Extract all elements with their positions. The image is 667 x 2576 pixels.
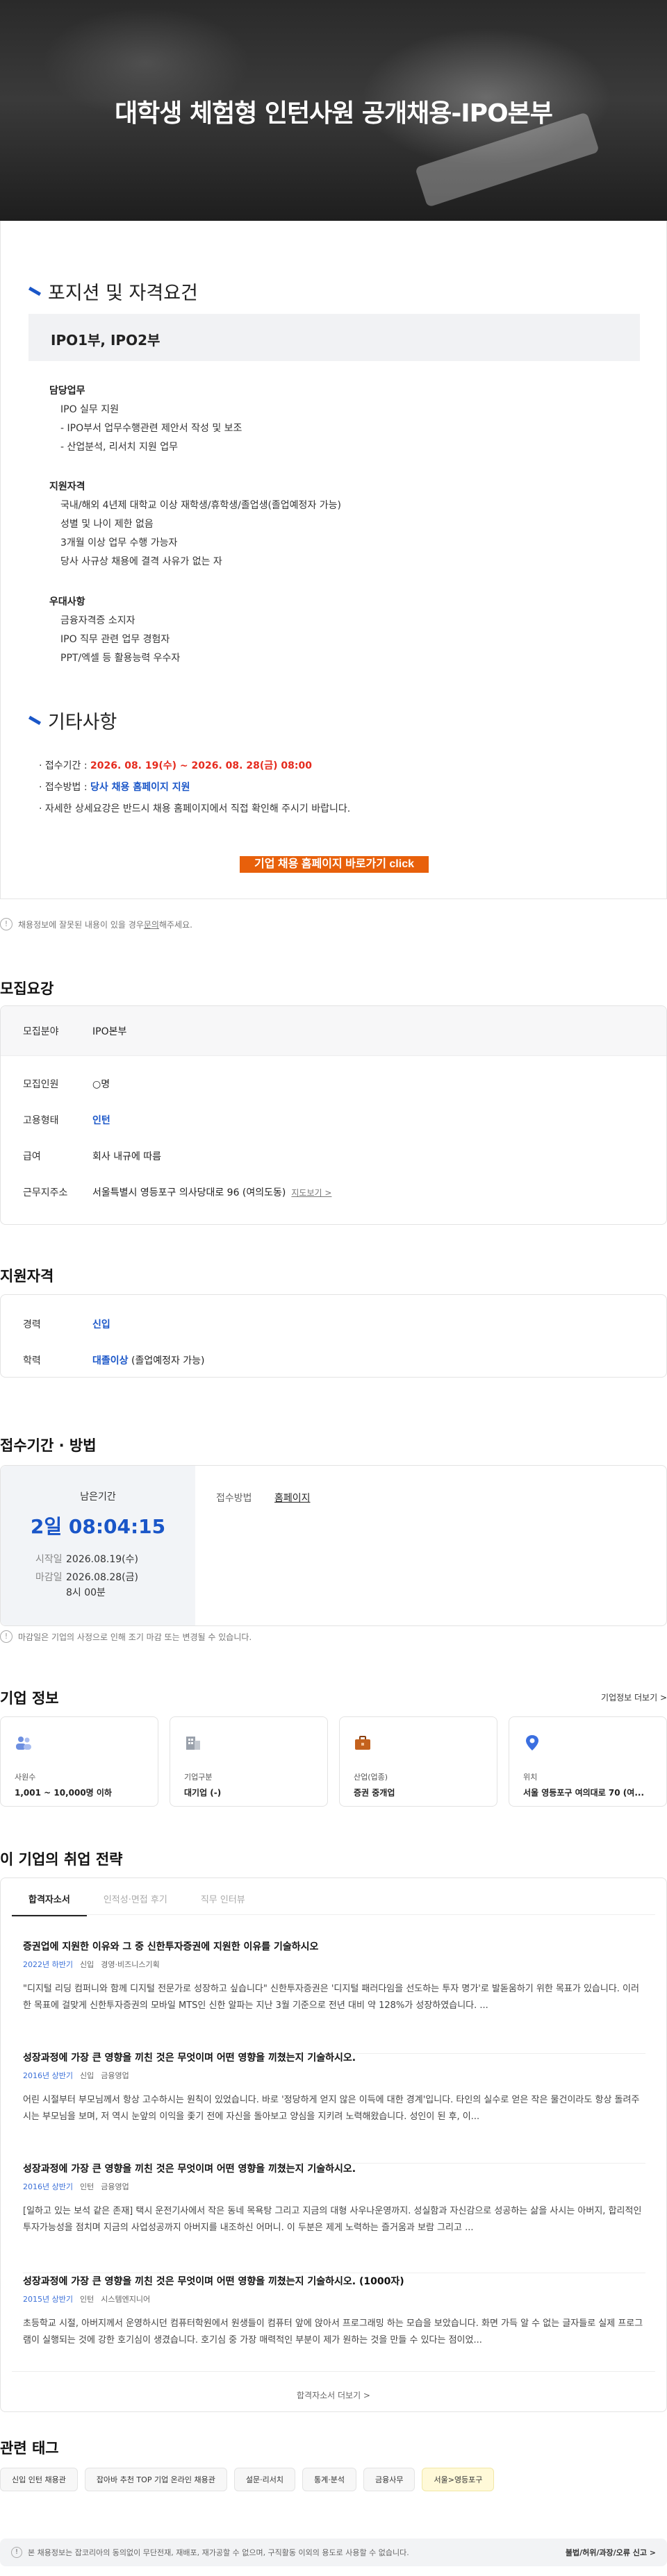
tab-interview-review[interactable]: 인적성·면접 후기 [87, 1892, 184, 1916]
report-note: ! 채용정보에 잘못된 내용이 있을 경우 문의 해주세요. [0, 918, 192, 930]
recruit-title: 모집요강 [0, 980, 54, 997]
title-accent-icon [28, 286, 42, 296]
tag-list: 신입 인턴 채용관 잡아바 추천 TOP 기업 온라인 채용관 설문·리서치 통… [0, 2468, 495, 2491]
list-item: PPT/엑셀 등 활용능력 우수자 [60, 653, 181, 664]
inquiry-link[interactable]: 문의 [144, 919, 159, 930]
briefcase-icon [355, 1736, 370, 1750]
remain-label: 남은기간 [80, 1491, 116, 1503]
homepage-link[interactable]: 홈페이지 [274, 1491, 311, 1505]
career-row: 경력 신입 [23, 1319, 110, 1330]
list-item: - IPO부서 업무수행관련 제안서 작성 및 보조 [60, 423, 242, 434]
strategy-tabs: 합격자소서 인적성·면접 후기 직무 인터뷰 [12, 1892, 262, 1916]
etc-method: · 접수방법 : 당사 채용 홈페이지 지원 [39, 782, 190, 793]
company-more-link[interactable]: 기업정보 더보기 > [601, 1691, 667, 1703]
list-item[interactable]: 증권업에 지원한 이유와 그 중 신한투자증권에 지원한 이유를 기술하시오 2… [23, 1939, 645, 2014]
recruit-card: 모집분야 IPO본부 모집인원 ○명 고용형태 인턴 급여 회사 내규에 따름 근무지주… [0, 1005, 667, 1225]
tag-item[interactable]: 잡아바 추천 TOP 기업 온라인 채용관 [84, 2468, 227, 2491]
list-item: 금융자격증 소지자 [60, 615, 135, 626]
tag-item[interactable]: 서울>영등포구 [422, 2468, 495, 2491]
building-icon [186, 1737, 200, 1750]
education-row: 학력 대졸이상 (졸업예정자 가능) [23, 1355, 205, 1366]
list-item: 3개월 이상 업무 수행 가능자 [60, 537, 178, 549]
qualification-title: 지원자격 [0, 1268, 54, 1285]
info-icon: ! [11, 2547, 22, 2558]
pref-block: 우대사항 금융자격증 소지자 IPO 직무 관련 업무 경험자 PPT/엑셀 등… [49, 593, 180, 668]
list-item: - 산업분석, 리서치 지원 업무 [60, 442, 178, 453]
company-box-employees: 사원수 1,001 ~ 10,000명 이하 [0, 1716, 158, 1807]
list-item: 국내/해외 4년제 대학교 이상 재학생/휴학생/졸업생(졸업예정자 가능) [60, 500, 341, 511]
list-item: 성별 및 나이 제한 없음 [60, 519, 154, 530]
people-icon [16, 1737, 31, 1750]
tags-title: 관련 태그 [0, 2440, 59, 2457]
report-link[interactable]: 불법/허위/과장/오류 신고 > [566, 2547, 656, 2558]
deadline-panel: 남은기간 2일 08:04:15 시작일 2026.08.19(수) 마감일 202… [1, 1466, 195, 1625]
tag-item[interactable]: 금융사무 [363, 2468, 415, 2491]
recruit-location-row: 근무지주소 서울특별시 영등포구 의사당대로 96 (여의도동) 지도보기 > [23, 1187, 332, 1198]
strategy-more-link[interactable]: 합격자소서 더보기 > [1, 2389, 666, 2401]
duty-block: 담당업무 IPO 실무 지원 - IPO부서 업무수행관련 제안서 작성 및 보… [49, 382, 242, 457]
company-boxes: 사원수 1,001 ~ 10,000명 이하 기업구분 대기업 (-) 산업(업… [0, 1716, 667, 1807]
end-date: 마감일 2026.08.28(금) [35, 1572, 138, 1583]
duty-heading: 담당업무 [49, 385, 85, 396]
title-accent-icon [28, 715, 42, 726]
location-pin-icon [526, 1735, 538, 1750]
tag-item[interactable]: 신입 인턴 채용관 [0, 2468, 78, 2491]
list-item: IPO 실무 지원 [60, 404, 120, 415]
hero-title: 대학생 체험형 인턴사원 공개채용-IPO본부 [115, 99, 553, 128]
hero-banner: 대학생 체험형 인턴사원 공개채용-IPO본부 [0, 0, 667, 221]
company-box-industry: 산업(업종) 증권 중개업 [339, 1716, 497, 1807]
tabs-divider [12, 1914, 655, 1915]
etc-block: · 접수기간 : 2026. 08. 19(수) ~ 2026. 08. 28(… [39, 755, 350, 820]
deadline-title: 접수기간 · 방법 [0, 1437, 97, 1454]
list-item: IPO 직무 관련 업무 경험자 [60, 634, 170, 645]
method-row: 접수방법 홈페이지 [216, 1491, 311, 1505]
list-item[interactable]: 성장과정에 가장 큰 영향을 끼친 것은 무엇이며 어떤 영향을 끼쳤는지 기술… [23, 2050, 645, 2125]
qual-block: 지원자격 국내/해외 4년제 대학교 이상 재학생/휴학생/졸업생(졸업예정자 … [49, 478, 341, 571]
company-title: 기업 정보 [0, 1690, 59, 1707]
strategy-card: 합격자소서 인적성·면접 후기 직무 인터뷰 증권업에 지원한 이유와 그 중 … [0, 1877, 667, 2412]
etc-period: · 접수기간 : 2026. 08. 19(수) ~ 2026. 08. 28(… [39, 760, 312, 771]
position-section-title: 포지션 및 자격요건 [28, 278, 198, 305]
company-box-location: 위치 서울 영등포구 여의대로 70 (여... [509, 1716, 667, 1807]
start-date: 시작일 2026.08.19(수) [35, 1554, 138, 1565]
job-poster: 포지션 및 자격요건 IPO1부, IPO2부 담당업무 IPO 실무 지원 -… [0, 221, 667, 899]
recruit-salary-row: 급여 회사 내규에 따름 [23, 1151, 162, 1162]
copyright-footer: ! 본 채용정보는 잡코리아의 동의없이 무단전재, 재배포, 재가공할 수 없… [0, 2539, 667, 2566]
recruit-type-row: 고용형태 인턴 [23, 1115, 110, 1126]
etc-note: · 자세한 상세요강은 반드시 채용 홈페이지에서 직접 확인해 주시기 바랍니… [39, 803, 351, 814]
info-icon: ! [0, 1630, 13, 1643]
recruit-count-row: 모집인원 ○명 [23, 1079, 110, 1090]
list-divider [12, 2371, 655, 2372]
list-item[interactable]: 성장과정에 가장 큰 영향을 끼친 것은 무엇이며 어떤 영향을 끼쳤는지 기술… [23, 2161, 645, 2236]
qualification-card: 경력 신입 학력 대졸이상 (졸업예정자 가능) [0, 1294, 667, 1378]
remain-timer: 2일 08:04:15 [30, 1515, 166, 1538]
map-link[interactable]: 지도보기 > [291, 1188, 331, 1198]
end-time: 8시 00분 [66, 1587, 106, 1598]
deadline-card: 남은기간 2일 08:04:15 시작일 2026.08.19(수) 마감일 202… [0, 1465, 667, 1626]
recruit-field-row: 모집분야 IPO본부 [23, 1026, 127, 1037]
tag-item[interactable]: 통계·분석 [302, 2468, 356, 2491]
etc-section-title: 기타사항 [28, 707, 117, 734]
qual-heading: 지원자격 [49, 481, 85, 492]
info-icon: ! [0, 918, 13, 930]
list-item[interactable]: 성장과정에 가장 큰 영향을 끼친 것은 무엇이며 어떤 영향을 끼쳤는지 기술… [23, 2274, 645, 2349]
strategy-title: 이 기업의 취업 전략 [0, 1851, 123, 1868]
deadline-note: ! 마감일은 기업의 사정으로 인해 조기 마감 또는 변경될 수 있습니다. [0, 1630, 252, 1643]
apply-homepage-button[interactable]: 기업 채용 홈페이지 바로가기 click [240, 856, 429, 873]
list-item: 당사 사규상 채용에 결격 사유가 없는 자 [60, 556, 222, 567]
pref-heading: 우대사항 [49, 596, 85, 608]
company-box-type: 기업구분 대기업 (-) [170, 1716, 328, 1807]
position-box: IPO1부, IPO2부 [28, 314, 640, 361]
tag-item[interactable]: 설문·리서치 [233, 2468, 296, 2491]
tab-cover-letter[interactable]: 합격자소서 [12, 1892, 87, 1916]
tab-job-interview[interactable]: 직무 인터뷰 [184, 1892, 262, 1916]
